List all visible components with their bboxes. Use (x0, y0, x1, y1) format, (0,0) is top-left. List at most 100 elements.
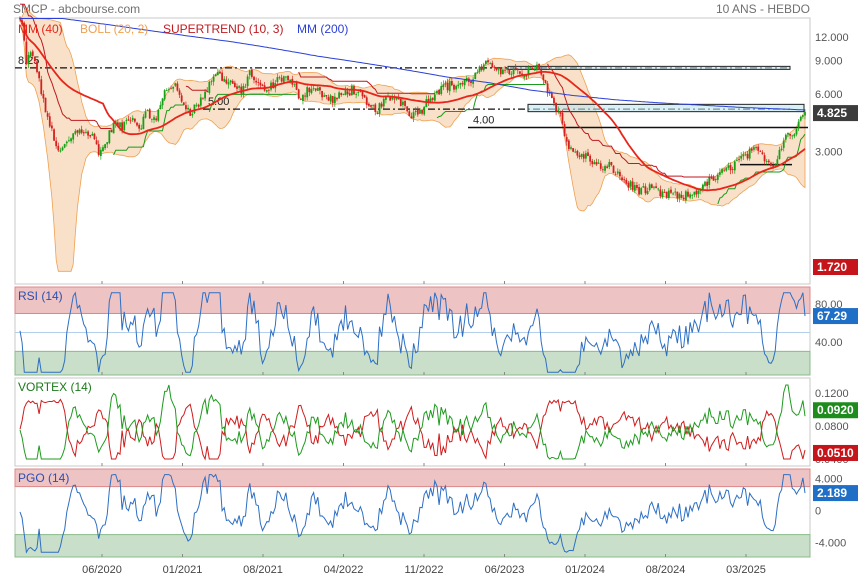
candle-body (631, 181, 634, 190)
candle-body (484, 60, 487, 64)
candle-body (716, 174, 719, 180)
candle-body (693, 191, 696, 195)
candle-body (782, 140, 785, 148)
candle-body (106, 142, 109, 145)
x-tick-label: 06/2020 (82, 564, 122, 576)
candle-body (604, 166, 606, 171)
candle-body (327, 97, 330, 101)
candle-body (672, 193, 675, 195)
candle-body (421, 109, 423, 114)
candle-body (161, 98, 164, 106)
candle-body (625, 179, 628, 184)
candle-body (638, 187, 640, 195)
candle-body (346, 91, 349, 95)
candle-body (308, 87, 311, 93)
candle-body (455, 85, 458, 90)
rsi-y-tick-label: 40.00 (815, 337, 843, 349)
candle-body (225, 79, 228, 84)
price-y-tick-label: 3.000 (815, 146, 843, 158)
candle-body (678, 193, 681, 199)
candle-body (619, 171, 621, 177)
rsi-panel: 80.0040.00RSI (14)67.29 (14, 286, 858, 376)
candle-body (478, 66, 481, 72)
candle-body (459, 83, 462, 85)
supertrend-badge: 1.720 (817, 260, 847, 274)
candle-body (74, 131, 77, 134)
candle-body (627, 182, 630, 188)
candle-body (793, 134, 796, 137)
candle-body (168, 89, 170, 91)
vortex-negative-badge: 0.0510 (817, 446, 854, 460)
candle-body (319, 87, 321, 91)
candle-body (25, 41, 28, 64)
candle-body (738, 159, 740, 160)
candle-body (219, 71, 221, 74)
candle-body (442, 84, 445, 88)
candle-body (244, 86, 247, 88)
candle-body (516, 69, 519, 71)
candle-body (155, 118, 158, 121)
candle-body (770, 162, 772, 166)
candle-body (482, 64, 485, 71)
candle-body (380, 103, 383, 107)
candle-body (321, 90, 323, 98)
candle-body (36, 61, 38, 73)
candle-body (236, 86, 238, 89)
candle-body (423, 106, 426, 115)
candle-body (761, 152, 764, 155)
candle-body (65, 141, 68, 144)
candle-body (504, 69, 506, 71)
candle-body (208, 81, 211, 93)
candle-body (153, 117, 155, 120)
candle-body (665, 191, 668, 198)
candle-body (463, 79, 466, 86)
candle-body (778, 149, 781, 160)
candle-body (431, 97, 434, 100)
candle-body (514, 67, 517, 70)
candle-body (342, 93, 345, 95)
candle-body (293, 83, 296, 85)
candle-body (610, 162, 613, 165)
candle-body (697, 190, 700, 194)
candle-body (450, 81, 453, 86)
candle-body (99, 149, 102, 157)
candle-body (731, 169, 734, 170)
candle-body (512, 68, 515, 75)
candle-body (304, 95, 306, 97)
candle-body (129, 120, 132, 122)
candle-body (416, 109, 419, 115)
candle-body (661, 191, 664, 198)
candle-body (567, 140, 570, 149)
candle-body (591, 160, 594, 165)
candle-body (78, 129, 81, 134)
candle-body (772, 165, 774, 167)
candle-body (714, 178, 717, 181)
candle-body (280, 77, 283, 82)
candle-body (787, 132, 789, 135)
price-y-tick-label: 6.000 (815, 89, 843, 101)
candle-body (723, 169, 726, 171)
candle-body (510, 73, 513, 75)
candle-body (508, 69, 511, 75)
candle-body (706, 181, 709, 186)
candle-body (31, 51, 34, 56)
candle-body (601, 169, 604, 171)
candle-body (306, 87, 309, 98)
candle-body (331, 96, 334, 103)
candle-body (370, 105, 372, 107)
pgo-y-tick-label: -4.000 (815, 538, 846, 550)
candle-body (157, 109, 160, 121)
candle-body (329, 95, 332, 102)
candle-body (163, 90, 166, 100)
candle-body (68, 140, 70, 142)
candle-body (495, 67, 498, 71)
candle-body (142, 116, 145, 129)
candle-body (108, 130, 111, 143)
candle-body (27, 54, 30, 65)
candle-body (608, 162, 611, 167)
candle-body (133, 118, 136, 122)
candle-body (33, 57, 36, 62)
candle-body (402, 101, 404, 105)
candle-body (506, 68, 509, 70)
candle-body (650, 184, 653, 189)
